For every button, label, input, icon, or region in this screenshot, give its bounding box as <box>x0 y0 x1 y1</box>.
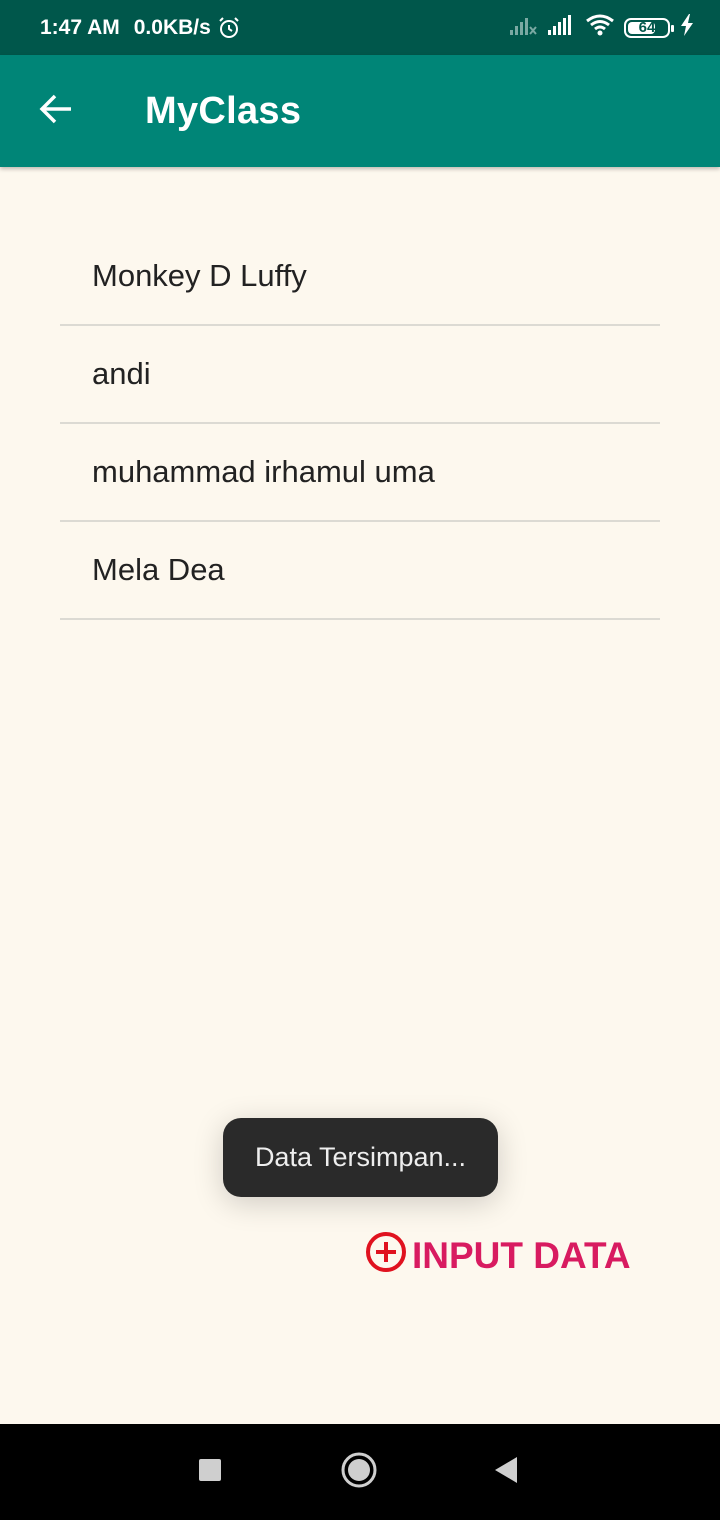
battery-icon: 64 <box>624 17 674 38</box>
network-speed: 0.0KB/s <box>133 15 211 39</box>
list-item[interactable]: andi <box>60 326 660 424</box>
page-title: MyClass <box>145 89 302 132</box>
list-item[interactable]: muhammad irhamul uma <box>60 424 660 522</box>
toast-message: Data Tersimpan... <box>223 1118 498 1197</box>
signal-no-data-icon <box>510 15 538 40</box>
signal-icon <box>548 15 576 40</box>
student-list: Monkey D Luffy andi muhammad irhamul uma… <box>60 228 660 620</box>
alarm-icon <box>217 16 241 40</box>
status-bar: 1:47 AM 0.0KB/s 64 <box>0 0 720 55</box>
charging-icon <box>680 14 694 41</box>
wifi-icon <box>586 14 614 41</box>
input-data-label: INPUT DATA <box>412 1235 631 1276</box>
status-right: 64 <box>510 14 694 41</box>
list-item[interactable]: Mela Dea <box>60 522 660 620</box>
add-circle-icon <box>364 1230 408 1283</box>
recents-button[interactable] <box>160 1424 260 1520</box>
back-triangle-icon <box>493 1456 519 1489</box>
battery-nub <box>671 24 674 32</box>
input-data-button[interactable]: INPUT DATA <box>364 1228 631 1284</box>
recents-square-icon <box>198 1458 222 1487</box>
status-time: 1:47 AM <box>40 15 120 39</box>
navigation-bar <box>0 1424 720 1520</box>
app-bar: MyClass <box>0 55 720 167</box>
back-button[interactable] <box>0 55 112 167</box>
arrow-left-icon <box>38 91 74 132</box>
battery-level: 64 <box>638 19 656 36</box>
back-nav-button[interactable] <box>456 1424 556 1520</box>
home-button[interactable] <box>309 1424 409 1520</box>
home-circle-icon <box>340 1451 378 1494</box>
list-item[interactable]: Monkey D Luffy <box>60 228 660 326</box>
status-left: 1:47 AM 0.0KB/s <box>40 16 241 40</box>
